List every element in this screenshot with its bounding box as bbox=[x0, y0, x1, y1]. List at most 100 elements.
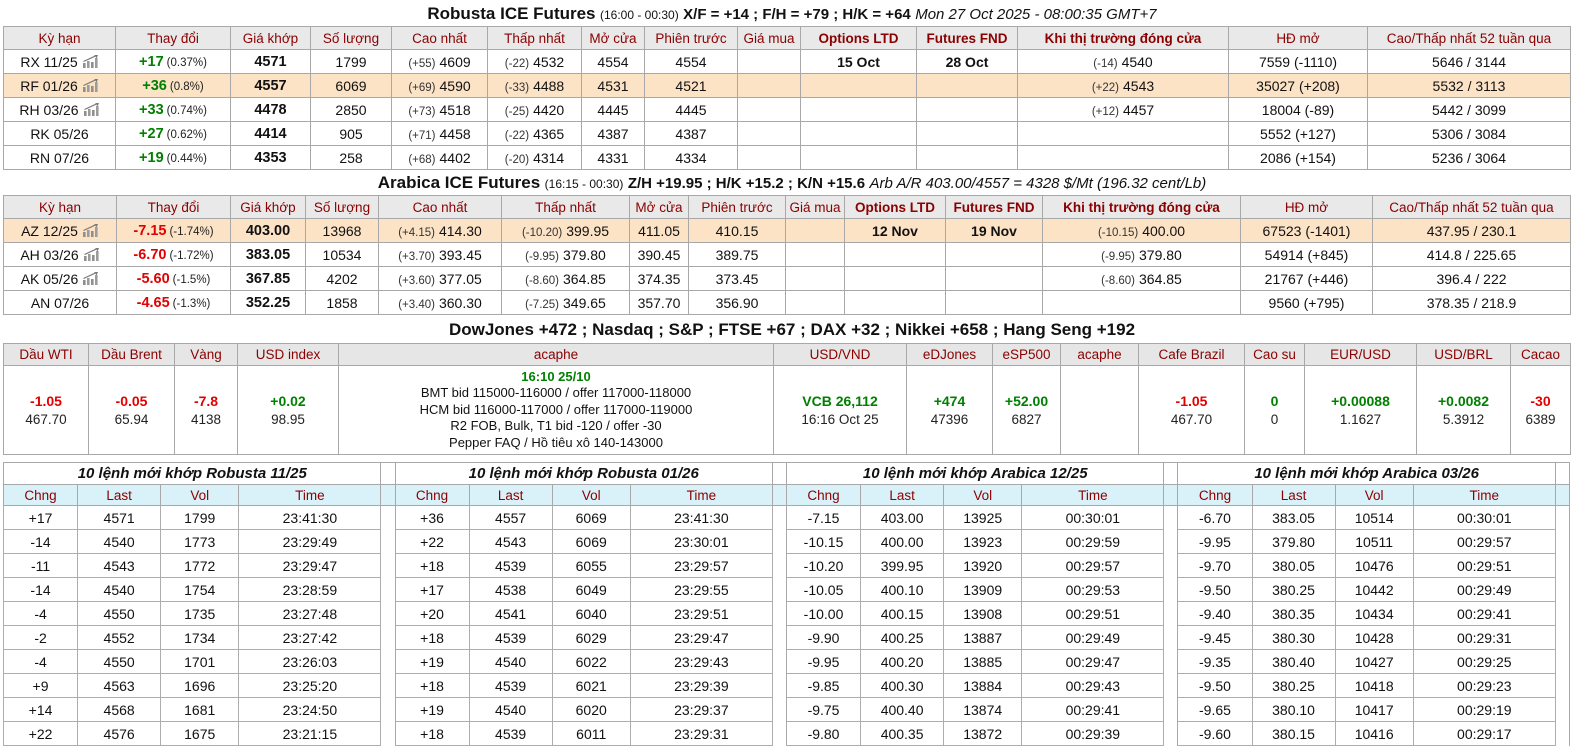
contract-name: RN 07/26 bbox=[29, 149, 90, 166]
market-change: 0 bbox=[1270, 393, 1279, 409]
order-volume: 6049 bbox=[551, 577, 631, 602]
open-interest: 7559 (-1110) bbox=[1258, 53, 1338, 70]
high-change: (+73) bbox=[408, 105, 436, 118]
change-percent: (-1.3%) bbox=[172, 298, 211, 310]
column-header: Dầu Brent bbox=[88, 343, 175, 366]
market-close-cell: (+22) 4543 bbox=[1017, 73, 1229, 98]
order-volume: 13874 bbox=[943, 697, 1023, 722]
order-time: 00:29:19 bbox=[1412, 697, 1556, 722]
close-change: (-14) bbox=[1093, 57, 1118, 70]
orders-column-spacer bbox=[380, 577, 396, 602]
order-last: 380.10 bbox=[1251, 697, 1336, 722]
open-price: 357.70 bbox=[637, 294, 681, 311]
market-change: -1.05 bbox=[30, 393, 62, 409]
market-close-cell bbox=[1017, 145, 1229, 170]
low-change: (-22) bbox=[504, 129, 530, 142]
contract-cell: AZ 12/25 bbox=[3, 218, 117, 243]
low-cell: (-22) 4365 bbox=[487, 121, 582, 146]
range-52w-cell: 378.35 / 218.9 bbox=[1372, 290, 1571, 315]
close-value: 4457 bbox=[1123, 101, 1155, 118]
chart-icon[interactable] bbox=[83, 102, 100, 118]
orders-table-title: 10 lệnh mới khớp Robusta 11/25 bbox=[2, 462, 382, 485]
high-low-52w: 5442 / 3099 bbox=[1432, 101, 1506, 118]
column-header: Thay đổi bbox=[115, 26, 231, 50]
order-row: -14 4540 1773 23:29:49 +22 4543 6069 23:30:01 -1… bbox=[2, 529, 1571, 554]
chart-icon[interactable] bbox=[82, 223, 99, 239]
column-header: Phiên trước bbox=[688, 195, 786, 219]
futures-fnd-cell bbox=[945, 242, 1043, 267]
orders-header-spacer bbox=[1554, 484, 1571, 506]
close-value: 364.85 bbox=[1139, 270, 1182, 287]
orders-column-spacer bbox=[1554, 553, 1571, 578]
orders-column-spacer bbox=[380, 625, 396, 650]
close-change: (-10.15) bbox=[1097, 226, 1139, 239]
order-volume: 13885 bbox=[943, 649, 1023, 674]
order-volume: 13920 bbox=[943, 553, 1023, 578]
market-change: -7.8 bbox=[193, 393, 219, 409]
previous-session: 356.90 bbox=[715, 294, 759, 311]
order-change: -9.50 bbox=[1177, 673, 1253, 698]
open-interest: 67523 (-1401) bbox=[1262, 222, 1351, 239]
column-header: HĐ mở bbox=[1228, 26, 1368, 50]
previous-session-cell: 4554 bbox=[644, 49, 738, 74]
order-last: 380.40 bbox=[1251, 649, 1336, 674]
range-52w-cell: 437.95 / 230.1 bbox=[1372, 218, 1571, 243]
column-header: Phiên trước bbox=[644, 26, 738, 50]
previous-session: 4521 bbox=[675, 77, 707, 94]
acaphe-info-line: R2 FOB, Bulk, T1 bid -120 / offer -30 bbox=[450, 418, 662, 434]
range-52w-cell: 5306 / 3084 bbox=[1367, 121, 1571, 146]
options-ltd-date: 15 Oct bbox=[837, 53, 880, 70]
order-time: 23:29:55 bbox=[629, 577, 773, 602]
chart-icon[interactable] bbox=[82, 78, 99, 94]
order-time: 00:29:57 bbox=[1412, 529, 1556, 554]
order-last: 379.80 bbox=[1251, 529, 1336, 554]
high-value: 393.45 bbox=[438, 246, 482, 263]
contract-cell: AK 05/26 bbox=[3, 266, 117, 291]
column-header: acaphe bbox=[338, 343, 774, 366]
robusta-title: Robusta ICE Futures bbox=[427, 4, 596, 23]
arabica-spreads: Z/H +19.95 ; H/K +15.2 ; K/N +15.6 bbox=[627, 175, 866, 192]
chart-icon[interactable] bbox=[82, 271, 99, 287]
change-value: +36 bbox=[142, 78, 167, 94]
order-change: +18 bbox=[394, 625, 470, 650]
orders-column-spacer bbox=[1554, 721, 1571, 746]
order-time: 00:29:23 bbox=[1412, 673, 1556, 698]
open-interest-cell: 9560 (+795) bbox=[1240, 290, 1373, 315]
close-value: 4540 bbox=[1121, 53, 1153, 70]
column-header: Dầu WTI bbox=[3, 343, 89, 366]
orders-column-spacer bbox=[1163, 697, 1179, 722]
order-volume: 6055 bbox=[551, 553, 631, 578]
previous-session: 389.75 bbox=[715, 246, 759, 263]
high-value: 4402 bbox=[439, 149, 471, 166]
order-last: 380.05 bbox=[1251, 553, 1336, 578]
open-cell: 411.05 bbox=[629, 218, 689, 243]
open-cell: 4445 bbox=[581, 97, 645, 122]
order-volume: 1696 bbox=[160, 673, 240, 698]
high-cell: (+3.70) 393.45 bbox=[378, 242, 502, 267]
open-price: 4554 bbox=[597, 53, 629, 70]
previous-session: 410.15 bbox=[715, 222, 759, 239]
orders-header-spacer bbox=[380, 484, 396, 506]
open-price: 4387 bbox=[597, 125, 629, 142]
high-change: (+71) bbox=[408, 129, 436, 142]
volume: 1858 bbox=[326, 294, 358, 311]
options-ltd-cell bbox=[800, 73, 917, 98]
futures-fnd-cell bbox=[916, 145, 1018, 170]
order-last: 380.15 bbox=[1251, 721, 1336, 746]
chart-icon[interactable] bbox=[83, 247, 100, 263]
open-price: 4331 bbox=[597, 149, 629, 166]
buy-price-cell bbox=[737, 49, 801, 74]
contract-cell: RF 01/26 bbox=[3, 73, 116, 98]
quote-datetime: Mon 27 Oct 2025 - 08:00:35 GMT+7 bbox=[915, 6, 1157, 23]
change-percent: (-1.74%) bbox=[169, 226, 214, 238]
order-time: 23:29:31 bbox=[629, 721, 773, 746]
last-cell: 383.05 bbox=[230, 242, 306, 267]
order-change: -10.00 bbox=[785, 601, 862, 626]
open-interest: 54914 (+845) bbox=[1264, 246, 1349, 263]
orders-column-spacer bbox=[1163, 721, 1179, 746]
volume: 4202 bbox=[326, 270, 358, 287]
column-header: Cacao bbox=[1510, 343, 1571, 366]
chart-icon[interactable] bbox=[82, 54, 99, 70]
order-change: +20 bbox=[394, 601, 470, 626]
order-time: 23:41:30 bbox=[238, 505, 382, 530]
